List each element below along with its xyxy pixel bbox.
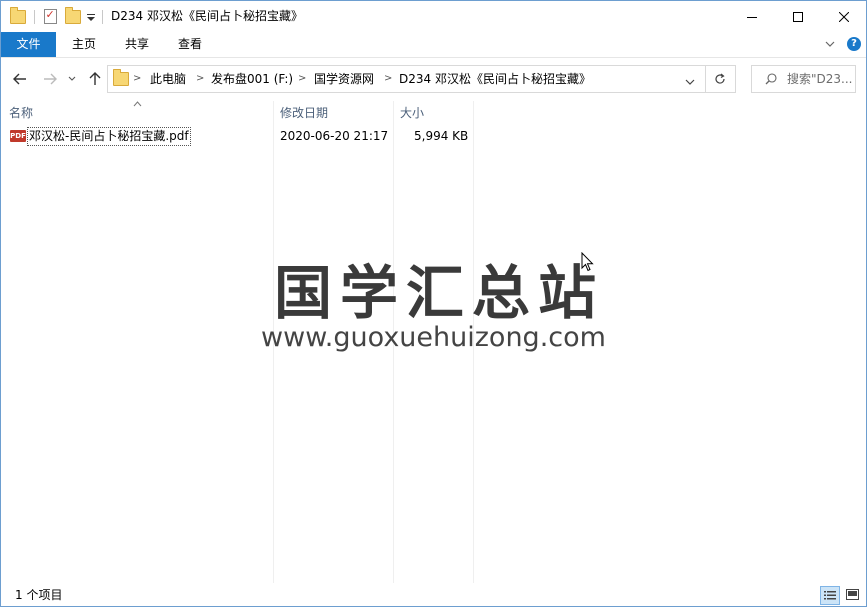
help-button[interactable]: ? — [847, 37, 861, 51]
search-icon — [765, 73, 777, 85]
chevron-down-icon — [825, 41, 835, 47]
item-count: 1 个项目 — [15, 588, 63, 602]
address-bar[interactable]: > 此电脑 > 发布盘001 (F:) > 国学资源网 > D234 邓汉松《民… — [107, 65, 706, 93]
refresh-button[interactable] — [705, 65, 736, 93]
breadcrumb-separator[interactable]: > — [384, 66, 392, 92]
pdf-file-icon: PDF — [10, 130, 26, 142]
column-header-date[interactable]: 修改日期 — [280, 101, 390, 123]
tab-view[interactable]: 查看 — [165, 32, 215, 57]
breadcrumb-separator[interactable]: > — [298, 66, 306, 92]
large-icons-view-button[interactable] — [843, 586, 861, 603]
tab-share[interactable]: 共享 — [112, 32, 162, 57]
breadcrumb-separator[interactable]: > — [133, 66, 141, 92]
up-arrow-icon — [89, 72, 101, 85]
window-title: D234 邓汉松《民间占卜秘招宝藏》 — [111, 9, 303, 23]
forward-button[interactable] — [39, 65, 61, 93]
maximize-button[interactable] — [775, 1, 821, 32]
address-dropdown-button[interactable] — [685, 75, 695, 89]
column-header-size[interactable]: 大小 — [400, 101, 470, 123]
file-size: 5,994 KB — [414, 129, 469, 143]
recent-locations-button[interactable] — [65, 65, 79, 93]
help-icon: ? — [851, 38, 857, 49]
breadcrumb-separator[interactable]: > — [196, 66, 204, 92]
expand-ribbon-button[interactable] — [825, 38, 835, 52]
refresh-icon — [715, 73, 725, 84]
column-header-name[interactable]: 名称 — [9, 101, 269, 123]
folder-icon — [113, 69, 129, 86]
file-date: 2020-06-20 21:17 — [280, 129, 389, 143]
properties-icon[interactable] — [41, 1, 59, 32]
back-arrow-icon — [13, 73, 26, 85]
watermark-url: www.guoxuehuizong.com — [261, 322, 606, 353]
up-button[interactable] — [85, 65, 105, 93]
forward-arrow-icon — [44, 73, 57, 85]
watermark-title: 国学汇总站 — [274, 259, 605, 327]
minimize-button[interactable] — [729, 1, 775, 32]
details-view-button[interactable] — [820, 586, 840, 605]
breadcrumb-drive[interactable]: 发布盘001 (F:) — [211, 66, 293, 92]
back-button[interactable] — [9, 65, 31, 93]
breadcrumb-current[interactable]: D234 邓汉松《民间占卜秘招宝藏》 — [399, 66, 591, 92]
folder-icon — [9, 1, 27, 32]
table-row[interactable]: PDF 邓汉松-民间占卜秘招宝藏.pdf 2020-06-20 21:17 5,… — [7, 127, 482, 146]
tab-home[interactable]: 主页 — [59, 32, 109, 57]
ribbon-tabs: 文件 主页 共享 查看 ? — [1, 32, 866, 58]
close-button[interactable] — [821, 1, 866, 32]
explorer-window: D234 邓汉松《民间占卜秘招宝藏》 文件 主页 共享 查看 ? — [0, 0, 867, 607]
minimize-icon — [747, 16, 757, 18]
large-icons-view-icon — [845, 589, 859, 600]
search-placeholder: 搜索"D23... — [787, 72, 853, 86]
breadcrumb-this-pc[interactable]: 此电脑 — [150, 66, 186, 92]
new-folder-icon[interactable] — [64, 1, 82, 32]
close-icon — [839, 11, 849, 22]
details-view-icon — [824, 591, 836, 600]
breadcrumb-folder[interactable]: 国学资源网 — [314, 66, 374, 92]
title-bar: D234 邓汉松《民间占卜秘招宝藏》 — [1, 1, 866, 32]
customize-toolbar-icon[interactable] — [85, 1, 97, 32]
tab-file[interactable]: 文件 — [1, 32, 56, 57]
divider — [102, 10, 103, 24]
chevron-down-icon — [685, 79, 695, 85]
divider — [34, 10, 35, 24]
search-box[interactable]: 搜索"D23... — [751, 65, 856, 93]
chevron-down-icon — [68, 76, 76, 81]
mouse-cursor-icon — [581, 252, 594, 272]
file-name[interactable]: 邓汉松-民间占卜秘招宝藏.pdf — [27, 127, 191, 146]
maximize-icon — [793, 11, 803, 22]
status-bar: 1 个项目 — [1, 584, 866, 606]
